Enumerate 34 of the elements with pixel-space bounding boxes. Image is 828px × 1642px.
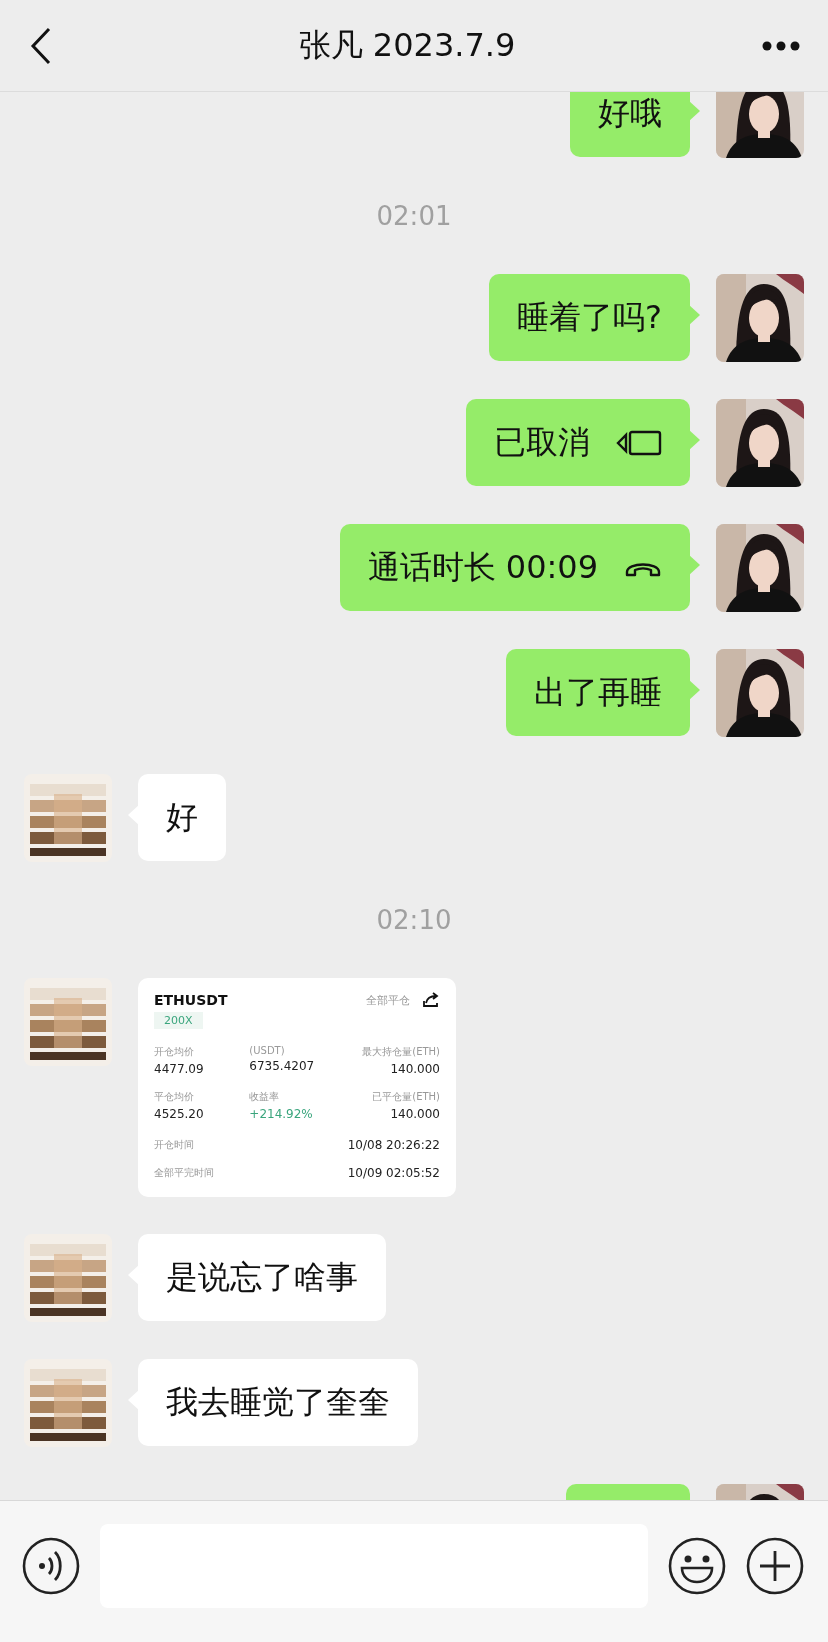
timestamp: 02:01 (376, 200, 452, 233)
voice-icon[interactable] (22, 1536, 80, 1595)
bubble-tail (688, 679, 700, 701)
stat-value: 140.000 (390, 1062, 440, 1076)
timestamp: 02:10 (376, 904, 452, 937)
time-value: 10/09 02:05:52 (347, 1166, 440, 1180)
stat-label: 最大持仓量(ETH) (362, 1045, 440, 1059)
plus-icon[interactable] (746, 1536, 804, 1595)
leverage-tag: 200X (154, 1012, 203, 1029)
call-status: 已取消 (494, 421, 590, 463)
trade-symbol: ETHUSDT (154, 992, 228, 1008)
stat-label: 平仓均价 (154, 1090, 194, 1104)
back-icon[interactable] (30, 26, 52, 65)
call-status: 通话时长 00:09 (367, 546, 598, 588)
stat-value: +214.92% (249, 1107, 313, 1121)
stat-label: 已平仓量(ETH) (372, 1090, 440, 1104)
stat-value: 4525.20 (154, 1107, 204, 1121)
time-value: 10/08 20:26:22 (347, 1138, 440, 1152)
video-call-icon (616, 428, 662, 457)
bubble-tail (688, 100, 700, 122)
trade-action: 全部平仓 (366, 992, 410, 1008)
stat-label: 收益率 (249, 1090, 280, 1104)
stat-value: 140.000 (390, 1107, 440, 1121)
chat-title: 张凡 2023.7.9 (298, 24, 516, 66)
bubble-tail (688, 304, 700, 326)
time-label: 开仓时间 (154, 1138, 194, 1152)
stat-label: (USDT) (249, 1045, 285, 1056)
stat-value: 4477.09 (154, 1062, 204, 1076)
emoji-icon[interactable] (668, 1536, 726, 1595)
stat-label: 开仓均价 (154, 1045, 194, 1059)
stat-value: 6735.4207 (249, 1059, 315, 1073)
more-icon[interactable] (762, 40, 800, 51)
time-label: 全部平完时间 (154, 1166, 214, 1180)
share-icon (422, 992, 440, 1008)
